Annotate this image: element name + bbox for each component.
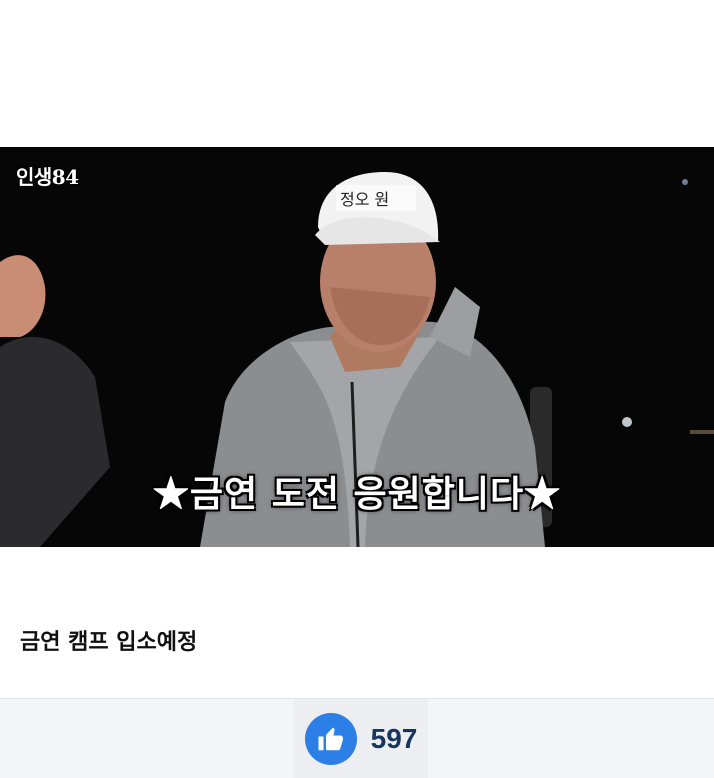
like-group: 597 xyxy=(294,699,428,778)
reaction-bar: 597 xyxy=(0,698,714,778)
post-title: 금연 캠프 입소예정 xyxy=(20,630,198,655)
channel-logo: 인생84 xyxy=(16,165,79,189)
cap-text: 정오 원 xyxy=(340,190,389,209)
like-count: 597 xyxy=(370,723,418,754)
thumbs-up-icon xyxy=(318,727,343,751)
post-page: 정오 원 인생84 ★금연 도전 응원합니다★ 금연 캠프 입소예정 597 xyxy=(0,0,714,778)
video-subtitle: ★금연 도전 응원합니다★ xyxy=(152,473,562,515)
like-button[interactable] xyxy=(304,713,357,765)
video-frame[interactable]: 정오 원 인생84 ★금연 도전 응원합니다★ xyxy=(0,147,714,547)
